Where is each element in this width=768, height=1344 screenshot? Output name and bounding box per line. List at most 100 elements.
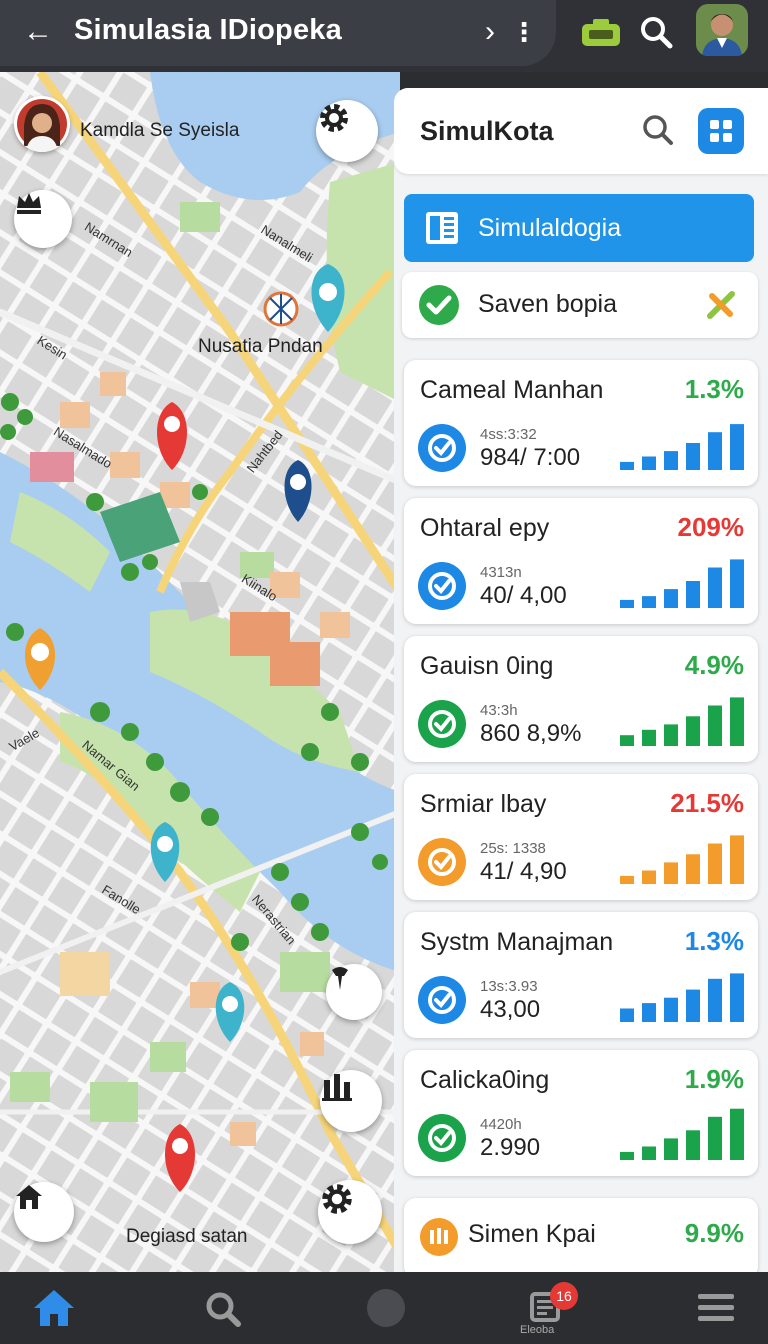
pin-tool-icon — [332, 967, 348, 990]
stats-card[interactable]: Srmiar lbay 21.5% 25s: 1338 41/ 4,90 — [404, 774, 758, 900]
trend-bar — [620, 1151, 634, 1160]
trend-bar — [620, 1008, 634, 1022]
trend-bar — [620, 461, 634, 470]
saved-item[interactable]: Saven bopia — [402, 272, 758, 338]
trend-bar — [664, 862, 678, 884]
place-label: Degiasd satan — [126, 1226, 248, 1247]
trend-mini-chart — [614, 690, 744, 746]
top-app-bar: ← Simulasia IDiopeka › ⋮ — [0, 0, 768, 72]
trend-mini-chart — [614, 414, 744, 470]
grid-view-button[interactable] — [698, 108, 744, 154]
check-icon — [418, 700, 466, 748]
user-location-chip[interactable] — [14, 96, 70, 152]
panel-title: SimulKota — [420, 116, 554, 146]
trend-bar — [686, 989, 700, 1022]
primary-action-label: Simulaldogia — [478, 214, 622, 242]
buildings-icon — [322, 1074, 352, 1101]
trend-bar — [664, 589, 678, 608]
notification-badge: 16 — [550, 1282, 578, 1310]
gear-icon — [322, 1184, 352, 1214]
trend-bar — [708, 978, 722, 1022]
trend-bar — [686, 443, 700, 470]
home-map-button[interactable] — [14, 1182, 74, 1242]
nav-home[interactable] — [30, 1284, 78, 1332]
nav-news-label: Eleoba — [520, 1324, 555, 1336]
grid-icon — [710, 120, 732, 142]
card-value: 984/ 7:00 — [480, 444, 581, 471]
poi-label: Nusatia Pndan — [198, 336, 323, 357]
card-change: 9.9% — [684, 1218, 744, 1248]
search-icon[interactable] — [636, 12, 676, 52]
card-subtitle: 43:3h — [480, 702, 518, 719]
trend-bar — [664, 1138, 678, 1160]
forward-button[interactable]: › — [474, 12, 506, 52]
card-change: 1.9% — [684, 1064, 744, 1094]
trend-bar — [708, 567, 722, 608]
card-value: 860 8,9% — [480, 720, 582, 747]
trend-bar — [620, 735, 634, 746]
pin-tool-button[interactable] — [326, 964, 382, 1020]
trend-bar — [664, 997, 678, 1022]
nav-center[interactable] — [362, 1284, 410, 1332]
trend-bar — [686, 1130, 700, 1160]
app-title: Simulasia IDiopeka — [74, 14, 342, 46]
trend-bar — [686, 716, 700, 746]
panel-search-icon[interactable] — [638, 110, 678, 150]
card-subtitle: 4313n — [480, 564, 522, 581]
home-icon — [34, 1290, 74, 1326]
trend-mini-chart — [614, 1104, 744, 1160]
buildings-button[interactable] — [320, 1070, 382, 1132]
circle-icon — [367, 1289, 405, 1327]
building-icon — [420, 1218, 458, 1256]
trend-bar — [730, 559, 744, 608]
card-change: 209% — [677, 512, 745, 542]
trend-bar — [642, 1146, 656, 1160]
clock-icon — [418, 424, 466, 472]
primary-action-button[interactable]: Simulaldogia — [404, 194, 754, 262]
trend-bar — [642, 456, 656, 470]
panel-header: SimulKota — [394, 88, 768, 174]
card-title: Ohtaral epy — [420, 514, 550, 542]
card-change: 4.9% — [684, 650, 744, 680]
nav-search[interactable] — [200, 1284, 248, 1332]
home-icon — [16, 1185, 42, 1209]
trend-bar — [730, 973, 744, 1022]
card-subtitle: 25s: 1338 — [480, 840, 546, 857]
card-title: Calicka0ing — [420, 1066, 550, 1094]
search-icon — [206, 1292, 241, 1327]
card-title: Cameal Manhan — [420, 376, 604, 404]
tools-icon[interactable] — [704, 288, 738, 322]
check-circle-icon — [419, 285, 459, 325]
map-settings-button[interactable] — [316, 100, 378, 162]
trend-bar — [642, 870, 656, 884]
stats-card[interactable]: Systm Manajman 1.3% 13s:3.93 43,00 — [404, 912, 758, 1038]
trend-bar — [664, 724, 678, 746]
trend-bar — [686, 854, 700, 884]
crown-button[interactable] — [14, 190, 72, 248]
profile-avatar[interactable] — [696, 4, 748, 56]
card-value: 43,00 — [480, 996, 541, 1023]
card-value: 2.990 — [480, 1134, 541, 1161]
saved-label: Saven bopia — [478, 290, 618, 318]
grid-icon — [418, 838, 466, 886]
map-settings-button-bottom[interactable] — [318, 1180, 382, 1244]
trend-bar — [620, 875, 634, 884]
trend-bar — [730, 697, 744, 746]
ferris-wheel-icon[interactable] — [263, 291, 299, 327]
card-subtitle: 4420h — [480, 1116, 522, 1133]
stats-card[interactable]: Ohtaral epy 209% 4313n 40/ 4,00 — [404, 498, 758, 624]
city-map[interactable]: Kamdla Se Syeisla Nusatia Pndan Degiasd … — [0, 72, 400, 1272]
trend-bar — [708, 705, 722, 746]
nav-menu[interactable] — [692, 1284, 740, 1332]
trend-bar — [620, 599, 634, 608]
trend-bar — [642, 1003, 656, 1022]
stats-card[interactable]: Cameal Manhan 1.3% 4ss:3:32 984/ 7:00 — [404, 360, 758, 486]
side-panel: SimulKota Simulaldogia Saven bopia Camea… — [394, 88, 768, 1272]
back-button[interactable]: ← — [18, 12, 58, 52]
camera-icon[interactable] — [580, 18, 622, 48]
stats-card[interactable]: Simen Kpai 9.9% — [404, 1198, 758, 1272]
more-vert-icon[interactable]: ⋮ — [510, 12, 538, 52]
stats-card[interactable]: Calicka0ing 1.9% 4420h 2.990 — [404, 1050, 758, 1176]
stats-card[interactable]: Gauisn 0ing 4.9% 43:3h 860 8,9% — [404, 636, 758, 762]
trend-mini-chart — [614, 828, 744, 884]
